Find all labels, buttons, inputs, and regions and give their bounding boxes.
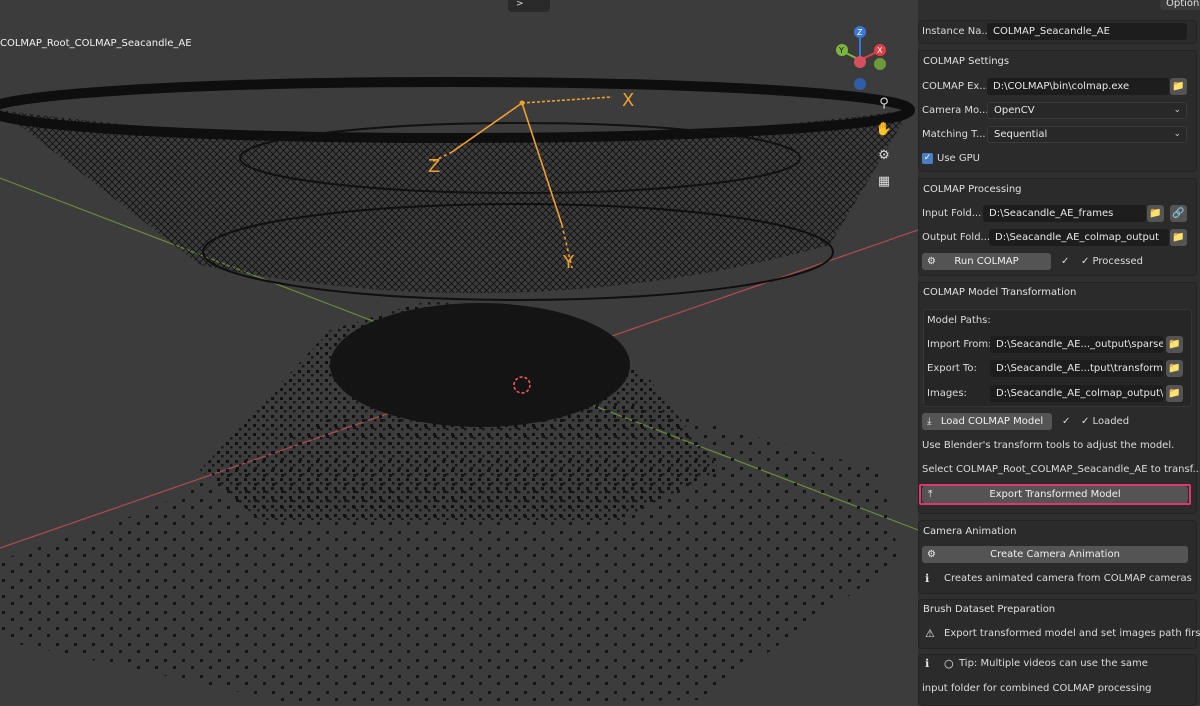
info-icon: ℹ (925, 572, 930, 585)
folder-icon[interactable]: 📁 (1147, 205, 1164, 222)
colmap-exe-label: COLMAP Ex... (922, 81, 989, 92)
tip-line-2: input folder for combined COLMAP process… (922, 683, 1152, 694)
camera-model-label: Camera Mo... (922, 105, 989, 116)
info-icon: ℹ (925, 657, 930, 670)
folder-icon[interactable]: 📁 (1166, 385, 1183, 402)
run-colmap-button[interactable]: ⚙ Run COLMAP (922, 253, 1051, 270)
tip-line-1: Tip: Multiple videos can use the same (959, 658, 1148, 669)
camera-view-icon[interactable]: ⚙ (874, 146, 894, 166)
axis-x-label: X (622, 90, 634, 111)
focus-highlight (919, 484, 1191, 505)
import-from-label: Import From: (927, 339, 992, 350)
matching-type-dropdown[interactable]: Sequential ⌄ (987, 126, 1187, 143)
camera-icon: ⚙ (927, 256, 936, 267)
colmap-exe-field[interactable]: D:\COLMAP\bin\colmap.exe (987, 78, 1169, 95)
export-to-field[interactable]: D:\Seacandle_AE...tput\transformed (990, 360, 1163, 377)
instance-name-field[interactable]: COLMAP_Seacandle_AE (987, 23, 1187, 40)
import-icon: ⤓ (927, 416, 932, 427)
camera-icon: ⚙ (927, 549, 936, 560)
chevron-down-icon: ⌄ (1173, 129, 1181, 139)
lightbulb-icon: ○ (944, 657, 954, 670)
export-to-label: Export To: (927, 363, 977, 374)
use-gpu-label: Use GPU (937, 153, 980, 164)
svg-text:Y: Y (838, 46, 844, 55)
header-toggle-button[interactable]: > (508, 0, 550, 12)
model-transformation-title[interactable]: COLMAP Model Transformation (923, 287, 1076, 298)
brush-dataset-title[interactable]: Brush Dataset Preparation (923, 604, 1055, 615)
use-gpu-checkbox[interactable]: ✓ (922, 153, 933, 164)
perspective-grid-icon[interactable]: ▦ (874, 172, 894, 192)
camera-animation-info: Creates animated camera from COLMAP came… (944, 573, 1192, 584)
gizmo-neg-x-handle (854, 56, 866, 68)
active-object-label: COLMAP_Root_COLMAP_Seacandle_AE (0, 38, 192, 49)
svg-text:Z: Z (857, 28, 863, 37)
select-root-hint-text: Select COLMAP_Root_COLMAP_Seacandle_AE t… (922, 464, 1200, 475)
gizmo-neg-y-handle (874, 58, 886, 70)
colmap-settings-title[interactable]: COLMAP Settings (923, 56, 1009, 67)
transform-hint-text: Use Blender's transform tools to adjust … (922, 440, 1175, 451)
folder-icon[interactable]: 📁 (1170, 229, 1187, 246)
navigation-gizmo[interactable]: Z Y X (830, 24, 896, 94)
checkmark-icon: ✓ (1061, 256, 1070, 267)
folder-icon[interactable]: 📁 (1166, 360, 1183, 377)
loaded-status: ✓ Loaded (1081, 416, 1130, 427)
folder-icon[interactable]: 📁 (1166, 336, 1183, 353)
matching-type-label: Matching T... (922, 129, 986, 140)
svg-text:X: X (877, 46, 883, 55)
colmap-processing-title[interactable]: COLMAP Processing (923, 184, 1022, 195)
camera-animation-title[interactable]: Camera Animation (923, 526, 1016, 537)
3d-viewport[interactable]: Z X Y > COLMAP_Root_COLMAP_Seacandle_AE … (0, 0, 918, 705)
camera-model-dropdown[interactable]: OpenCV ⌄ (987, 102, 1187, 119)
images-label: Images: (927, 388, 967, 399)
processed-status: ✓ Processed (1081, 256, 1143, 267)
brush-warning-text: Export transformed model and set images … (944, 628, 1200, 639)
folder-icon[interactable]: 📁 (1170, 78, 1187, 95)
import-from-field[interactable]: D:\Seacandle_AE..._output\sparse\0 (990, 336, 1163, 353)
model-paths-title: Model Paths: (927, 315, 991, 326)
link-icon[interactable]: 🔗 (1170, 205, 1187, 222)
axis-z-label: Z (428, 156, 440, 177)
scene-canvas[interactable]: Z X Y (0, 0, 918, 705)
axis-y-label: Y (562, 252, 575, 273)
checkmark-icon: ✓ (1062, 416, 1071, 427)
input-folder-field[interactable]: D:\Seacandle_AE_frames (983, 205, 1146, 222)
output-folder-label: Output Fold... (922, 232, 991, 243)
zoom-icon[interactable]: ⚲ (874, 94, 894, 114)
input-folder-label: Input Fold... (922, 208, 982, 219)
images-field[interactable]: D:\Seacandle_AE_colmap_output\i... (990, 385, 1163, 402)
load-colmap-model-button[interactable]: ⤓ Load COLMAP Model (922, 413, 1052, 430)
output-folder-field[interactable]: D:\Seacandle_AE_colmap_output (989, 229, 1169, 246)
point-cloud-core (330, 303, 630, 427)
chevron-down-icon: ⌄ (1173, 105, 1181, 115)
options-tab[interactable]: Options (1160, 0, 1200, 10)
warning-icon: ⚠ (925, 627, 935, 640)
instance-name-label: Instance Na... (922, 26, 991, 37)
gizmo-neg-z-handle (854, 78, 866, 90)
pan-hand-icon[interactable]: ✋ (874, 120, 894, 140)
create-camera-animation-button[interactable]: ⚙ Create Camera Animation (922, 546, 1188, 563)
